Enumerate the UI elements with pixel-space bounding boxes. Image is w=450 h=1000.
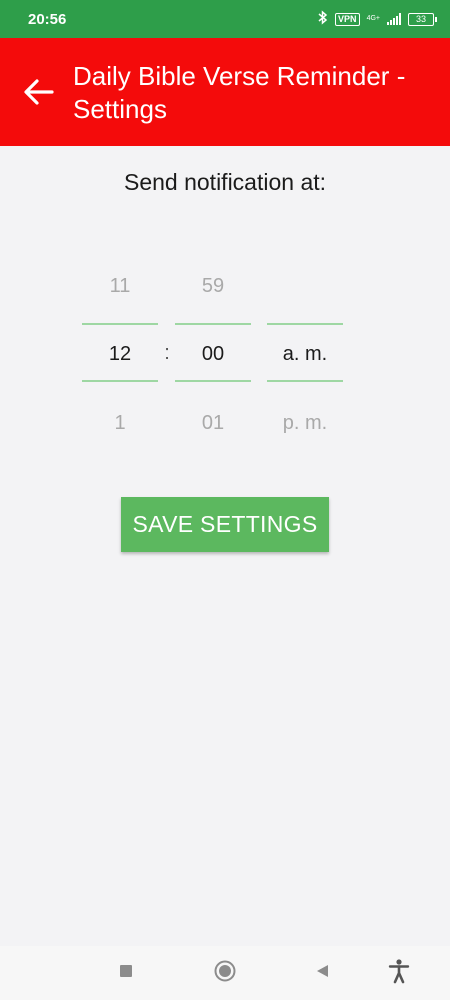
- back-triangle-icon: [314, 963, 330, 984]
- minute-prev[interactable]: 59: [175, 274, 251, 298]
- minute-picker[interactable]: 59 00 01: [175, 262, 251, 448]
- accessibility-button[interactable]: [386, 958, 412, 989]
- minute-divider-top: [175, 323, 251, 325]
- status-icons: VPN 4G+ 33: [318, 10, 437, 28]
- signal-icon: [387, 13, 401, 25]
- minute-current[interactable]: 00: [175, 342, 251, 366]
- app-bar: Daily Bible Verse Reminder - Settings: [0, 38, 450, 146]
- status-bar: 20:56 VPN 4G+ 33: [0, 0, 450, 38]
- save-settings-button[interactable]: SAVE SETTINGS: [121, 497, 329, 552]
- battery-level: 33: [415, 14, 426, 24]
- back-button[interactable]: [22, 75, 56, 109]
- period-next[interactable]: p. m.: [267, 411, 343, 435]
- notification-prompt: Send notification at:: [123, 169, 327, 195]
- arrow-left-icon: [22, 79, 56, 113]
- home-button[interactable]: [212, 960, 238, 986]
- page-title: Daily Bible Verse Reminder - Settings: [73, 61, 406, 124]
- hour-divider-top: [82, 323, 158, 325]
- time-separator: :: [164, 342, 170, 364]
- hour-next[interactable]: 1: [82, 411, 158, 435]
- battery-icon: 33: [408, 12, 437, 26]
- system-back-button[interactable]: [309, 960, 335, 986]
- hour-picker[interactable]: 11 12 1: [82, 262, 158, 448]
- system-nav-bar: [0, 946, 450, 1000]
- minute-divider-bottom: [175, 380, 251, 382]
- vpn-icon: VPN: [335, 12, 360, 26]
- recents-button[interactable]: [113, 960, 139, 986]
- period-picker[interactable]: a. m. p. m.: [267, 262, 343, 448]
- hour-divider-bottom: [82, 380, 158, 382]
- period-prev[interactable]: [267, 274, 343, 298]
- home-circle-icon: [213, 959, 237, 988]
- hour-current[interactable]: 12: [82, 342, 158, 366]
- accessibility-icon: [387, 958, 411, 989]
- period-divider-bottom: [267, 380, 343, 382]
- minute-next[interactable]: 01: [175, 411, 251, 435]
- status-time: 20:56: [28, 10, 67, 28]
- period-divider-top: [267, 323, 343, 325]
- hour-prev[interactable]: 11: [82, 274, 158, 298]
- recents-square-icon: [118, 963, 134, 984]
- network-type: 4G+: [366, 15, 380, 22]
- bluetooth-icon: [318, 10, 328, 28]
- period-current[interactable]: a. m.: [267, 342, 343, 366]
